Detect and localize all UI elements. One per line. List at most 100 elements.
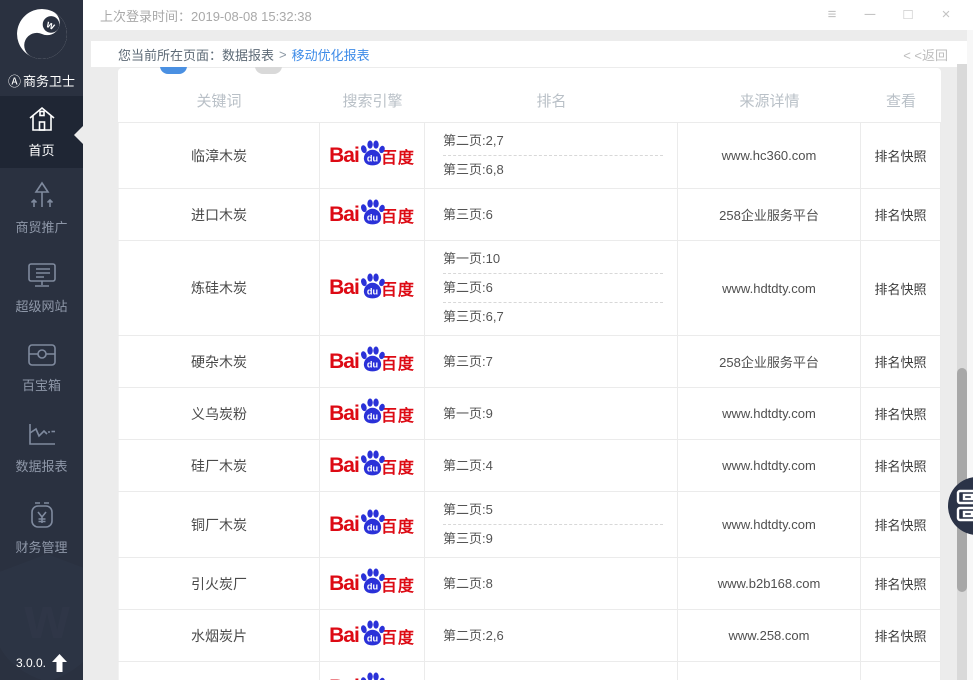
engine-cell: Bai du 百度 [320, 241, 425, 335]
monitor-icon [26, 261, 58, 289]
ranking-snapshot-link[interactable]: 排名快照 [874, 146, 926, 165]
breadcrumb-current[interactable]: 移动优化报表 [292, 45, 370, 64]
table-row: 引火炭厂 Bai du 百度 第二页:8 www.b2b168.com [118, 558, 941, 610]
ranking-entry: 第二页:8 [443, 570, 663, 598]
baidu-logo: Bai du 百度 [329, 348, 415, 375]
version-label: 3.0.0. [16, 656, 46, 670]
column-header-keyword: 关键词 [118, 90, 320, 111]
ranking-snapshot-link[interactable]: 排名快照 [874, 205, 926, 224]
qr-code-icon [956, 489, 973, 523]
sidebar-item-trade-promotion[interactable]: 商贸推广 [0, 168, 83, 248]
window-minimize-icon[interactable]: ─ [851, 0, 889, 30]
engine-cell: Bai du 百度 [320, 189, 425, 240]
table-row: 工业木炭 Bai du 百度 第三页:2 www.hdtdty.com [118, 662, 941, 680]
source-cell: www.hdtdty.com [678, 492, 861, 557]
svg-text:du: du [367, 213, 378, 223]
scrollbar-track[interactable] [957, 64, 967, 680]
sidebar-item-finance[interactable]: 财务管理 [0, 488, 83, 568]
table-row: 铜厂木炭 Bai du 百度 第二页:5第三页:9 www.hdtdty. [118, 492, 941, 558]
keyword-cell: 工业木炭 [118, 662, 320, 680]
source-cell: www.hdtdty.com [678, 388, 861, 439]
baidu-logo-cn-text: 百度 [381, 624, 415, 648]
baidu-logo-bai-text: Bai [329, 454, 359, 478]
table-row: 水烟炭片 Bai du 百度 第二页:2,6 www.258.com [118, 610, 941, 662]
sidebar-item-label: 百宝箱 [22, 375, 61, 394]
baidu-logo: Bai du 百度 [329, 622, 415, 649]
ranking-entry: 第三页:6,8 [443, 155, 663, 184]
keyword-cell: 水烟炭片 [118, 610, 320, 661]
baidu-paw-icon: du [359, 346, 386, 373]
ranking-entry: 第一页:10 [443, 245, 663, 273]
keyword-cell: 引火炭厂 [118, 558, 320, 609]
view-cell: 排名快照 [861, 662, 941, 680]
sidebar-item-data-reports[interactable]: 数据报表 [0, 408, 83, 488]
source-cell: 258企业服务平台 [678, 336, 861, 387]
sidebar-item-label: 首页 [28, 140, 54, 159]
engine-cell: Bai du 百度 [320, 558, 425, 609]
baidu-logo-cn-text: 百度 [381, 513, 415, 537]
baidu-logo-cn-text: 百度 [381, 144, 415, 168]
active-caret [74, 126, 83, 144]
baidu-paw-icon: du [359, 672, 386, 680]
ranking-entry: 第三页:6 [443, 201, 663, 229]
ranking-snapshot-link[interactable]: 排名快照 [874, 404, 926, 423]
baidu-logo-bai-text: Bai [329, 676, 359, 680]
sidebar-item-home[interactable]: 首页 [0, 96, 83, 168]
source-cell: www.hdtdty.com [678, 662, 861, 680]
sidebar-item-label: 超级网站 [15, 296, 67, 315]
baidu-logo-cn-text: 百度 [381, 203, 415, 227]
table-header-row: 关键词 搜索引擎 排名 来源详情 查看 [118, 68, 941, 123]
ranking-cell: 第二页:2,7第三页:6,8 [425, 123, 678, 188]
svg-text:du: du [367, 523, 378, 533]
ranking-snapshot-link[interactable]: 排名快照 [874, 515, 926, 534]
keyword-cell: 铜厂木炭 [118, 492, 320, 557]
qr-float-button[interactable] [948, 477, 973, 535]
ranking-snapshot-link[interactable]: 排名快照 [874, 352, 926, 371]
back-link[interactable]: < <返回 [903, 45, 948, 64]
window-maximize-icon[interactable]: □ [889, 0, 927, 30]
report-chart-icon [26, 421, 58, 449]
ranking-entry: 第二页:2,6 [443, 622, 663, 650]
column-header-source: 来源详情 [678, 90, 861, 111]
keyword-cell: 硅厂木炭 [118, 440, 320, 491]
baidu-logo-cn-text: 百度 [381, 572, 415, 596]
engine-cell: Bai du 百度 [320, 388, 425, 439]
yinyang-logo-icon: w [16, 8, 68, 60]
ranking-snapshot-link[interactable]: 排名快照 [874, 626, 926, 645]
sidebar-item-toolbox[interactable]: 百宝箱 [0, 328, 83, 408]
ranking-snapshot-link[interactable]: 排名快照 [874, 279, 926, 298]
baidu-paw-icon: du [359, 620, 386, 647]
window-close-icon[interactable]: × [927, 0, 965, 30]
promotion-arrows-icon [27, 180, 57, 210]
svg-text:du: du [367, 360, 378, 370]
engine-cell: Bai du 百度 [320, 662, 425, 680]
svg-text:du: du [367, 464, 378, 474]
sidebar-item-label: 商贸推广 [15, 217, 67, 236]
window-controls: ≡ ─ □ × [813, 0, 965, 30]
home-icon [27, 105, 57, 133]
app-window: w Ⓐ商务卫士 首页 商贸推广 [0, 0, 973, 680]
baidu-logo-cn-text: 百度 [381, 276, 415, 300]
column-header-view: 查看 [861, 90, 941, 111]
baidu-logo-cn-text: 百度 [381, 676, 415, 680]
ranking-snapshot-link[interactable]: 排名快照 [874, 456, 926, 475]
ranking-cell: 第二页:8 [425, 558, 678, 609]
ranking-cell: 第二页:4 [425, 440, 678, 491]
update-arrow-icon[interactable] [52, 654, 67, 672]
baidu-logo-bai-text: Bai [329, 350, 359, 374]
baidu-logo-bai-text: Bai [329, 624, 359, 648]
toolbox-icon [26, 342, 58, 368]
baidu-paw-icon: du [359, 273, 386, 300]
table-row: 临漳木炭 Bai du 百度 第二页:2,7第三页:6,8 www.hc3 [118, 123, 941, 189]
window-menu-icon[interactable]: ≡ [813, 0, 851, 30]
sidebar-item-super-website[interactable]: 超级网站 [0, 248, 83, 328]
table-row: 义乌炭粉 Bai du 百度 第一页:9 www.hdtdty.com [118, 388, 941, 440]
ranking-snapshot-link[interactable]: 排名快照 [874, 574, 926, 593]
ranking-entry: 第二页:2,7 [443, 127, 663, 155]
baidu-paw-icon: du [359, 199, 386, 226]
brand-badge-icon: Ⓐ [8, 74, 21, 89]
titlebar: 上次登录时间：2019-08-08 15:32:38 ≡ ─ □ × [83, 0, 973, 30]
source-cell: www.hdtdty.com [678, 241, 861, 335]
sidebar-item-label: 数据报表 [15, 456, 67, 475]
keyword-cell: 进口木炭 [118, 189, 320, 240]
